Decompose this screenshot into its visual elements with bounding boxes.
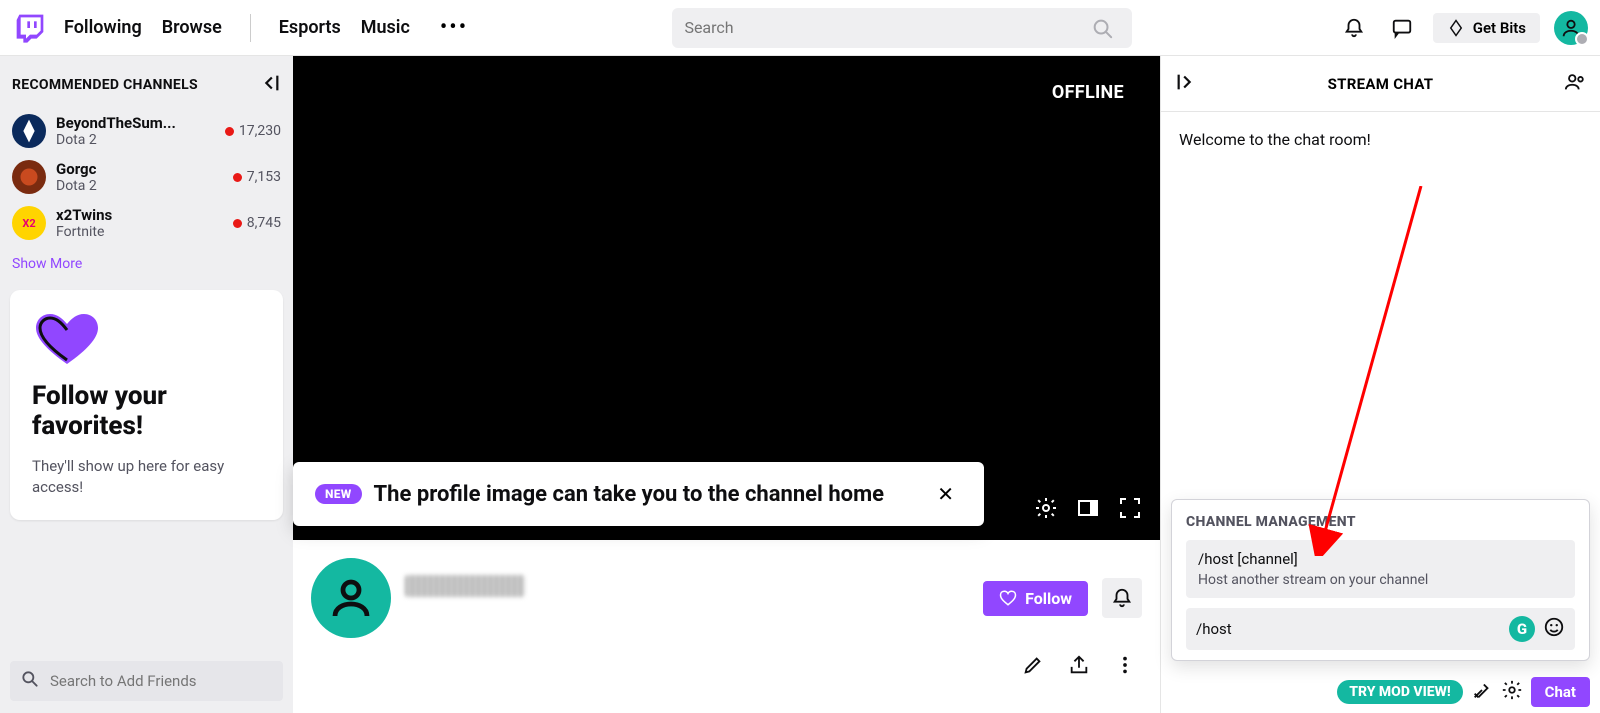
suggest-title: CHANNEL MANAGEMENT [1186, 514, 1575, 530]
top-nav: Following Browse Esports Music ••• Get B… [0, 0, 1600, 56]
channel-profile-avatar[interactable] [311, 558, 391, 638]
live-dot-icon [225, 127, 234, 136]
offline-label: OFFLINE [1052, 82, 1124, 103]
video-player[interactable]: OFFLINE NEW The profile image can take y… [293, 56, 1160, 540]
emoji-icon[interactable] [1543, 616, 1565, 642]
chat-panel: STREAM CHAT Welcome to the chat room! CH… [1160, 56, 1600, 713]
viewer-count: 17,230 [239, 123, 281, 139]
channel-item[interactable]: Gorgc Dota 2 7,153 [0, 154, 293, 200]
fullscreen-icon[interactable] [1118, 496, 1142, 524]
try-mod-view-button[interactable]: TRY MOD VIEW! [1337, 680, 1462, 704]
heart-icon [32, 312, 102, 368]
close-icon[interactable]: ✕ [929, 478, 962, 510]
sidebar-title: RECOMMENDED CHANNELS [12, 77, 198, 93]
get-bits-label: Get Bits [1473, 19, 1526, 37]
profile-tooltip: NEW The profile image can take you to th… [293, 462, 984, 526]
suggest-item[interactable]: /host [channel] Host another stream on y… [1186, 540, 1575, 598]
share-icon[interactable] [1068, 654, 1090, 676]
follow-button[interactable]: Follow [983, 581, 1088, 616]
search-input[interactable] [684, 18, 1084, 37]
notify-button[interactable] [1102, 578, 1142, 618]
nav-divider [250, 14, 251, 42]
chat-settings-icon[interactable] [1501, 679, 1523, 705]
suggest-desc: Host another stream on your channel [1198, 572, 1563, 588]
channel-item[interactable]: X2 x2Twins Fortnite 8,745 [0, 200, 293, 246]
chat-messages: Welcome to the chat room! [1161, 112, 1600, 499]
whispers-icon[interactable] [1385, 11, 1419, 45]
live-dot-icon [233, 219, 242, 228]
search-icon [20, 669, 40, 693]
collapse-sidebar-icon[interactable] [259, 72, 281, 98]
channel-avatar: X2 [12, 206, 46, 240]
channel-avatar [12, 160, 46, 194]
expand-chat-icon[interactable] [1175, 71, 1197, 97]
tooltip-text: The profile image can take you to the ch… [374, 482, 918, 507]
nav-following[interactable]: Following [64, 17, 142, 38]
chat-send-button[interactable]: Chat [1531, 677, 1590, 707]
search-icon[interactable] [1084, 10, 1120, 46]
more-vertical-icon[interactable] [1114, 654, 1136, 676]
edit-icon[interactable] [1022, 654, 1044, 676]
chat-suggest-panel: CHANNEL MANAGEMENT /host [channel] Host … [1171, 499, 1590, 661]
chat-title: STREAM CHAT [1197, 75, 1564, 93]
nav-browse[interactable]: Browse [162, 17, 222, 38]
channel-item[interactable]: BeyondTheSum... Dota 2 17,230 [0, 108, 293, 154]
chat-welcome: Welcome to the chat room! [1179, 130, 1371, 149]
promo-title: Follow your favorites! [32, 382, 261, 442]
user-avatar[interactable] [1554, 11, 1588, 45]
friends-search-input[interactable] [50, 672, 273, 690]
promo-desc: They'll show up here for easy access! [32, 456, 261, 498]
grammarly-icon[interactable]: G [1509, 616, 1535, 642]
chat-input[interactable] [1196, 620, 1509, 638]
theatre-mode-icon[interactable] [1076, 496, 1100, 524]
nav-music[interactable]: Music [361, 17, 410, 38]
twitch-logo[interactable] [12, 10, 48, 46]
live-dot-icon [233, 173, 242, 182]
channel-game: Dota 2 [56, 178, 233, 194]
friends-search[interactable] [10, 661, 283, 701]
channel-game: Fortnite [56, 224, 233, 240]
nav-links: Following Browse Esports Music ••• [64, 14, 468, 42]
settings-icon[interactable] [1034, 496, 1058, 524]
channel-name: BeyondTheSum... [56, 114, 225, 132]
viewer-count: 7,153 [247, 169, 281, 185]
search-box[interactable] [672, 8, 1132, 48]
mod-sword-icon[interactable] [1471, 679, 1493, 705]
channel-name: Gorgc [56, 160, 233, 178]
notifications-icon[interactable] [1337, 11, 1371, 45]
chat-input-wrap[interactable]: G [1186, 608, 1575, 650]
show-more-link[interactable]: Show More [0, 246, 293, 282]
sidebar: RECOMMENDED CHANNELS BeyondTheSum... Dot… [0, 56, 293, 713]
channel-name: x2Twins [56, 206, 233, 224]
new-badge: NEW [315, 484, 362, 504]
nav-esports[interactable]: Esports [279, 17, 341, 38]
promo-card: Follow your favorites! They'll show up h… [10, 290, 283, 520]
main-content: OFFLINE NEW The profile image can take y… [293, 56, 1160, 713]
channel-avatar [12, 114, 46, 148]
channel-title-blurred [405, 575, 525, 597]
channel-game: Dota 2 [56, 132, 225, 148]
community-icon[interactable] [1564, 71, 1586, 97]
nav-more-icon[interactable]: ••• [440, 15, 468, 40]
viewer-count: 8,745 [247, 215, 281, 231]
suggest-command: /host [channel] [1198, 550, 1563, 568]
get-bits-button[interactable]: Get Bits [1433, 13, 1540, 43]
follow-label: Follow [1025, 589, 1072, 608]
